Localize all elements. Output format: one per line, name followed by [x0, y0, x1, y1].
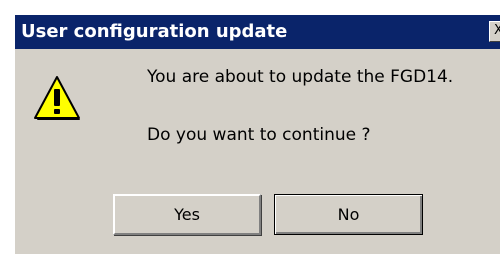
dialog-message: You are about to update the FGD14.: [147, 67, 454, 87]
warning-icon: [34, 76, 80, 120]
dialog-question: Do you want to continue ?: [147, 125, 371, 145]
no-button[interactable]: No: [274, 194, 423, 235]
close-icon: X: [494, 23, 500, 38]
title-bar[interactable]: User configuration update X: [15, 15, 500, 49]
close-button[interactable]: X: [489, 21, 500, 42]
dialog-title: User configuration update: [21, 21, 288, 42]
yes-button[interactable]: Yes: [113, 194, 261, 235]
confirm-dialog: User configuration update X You are abou…: [14, 15, 500, 254]
